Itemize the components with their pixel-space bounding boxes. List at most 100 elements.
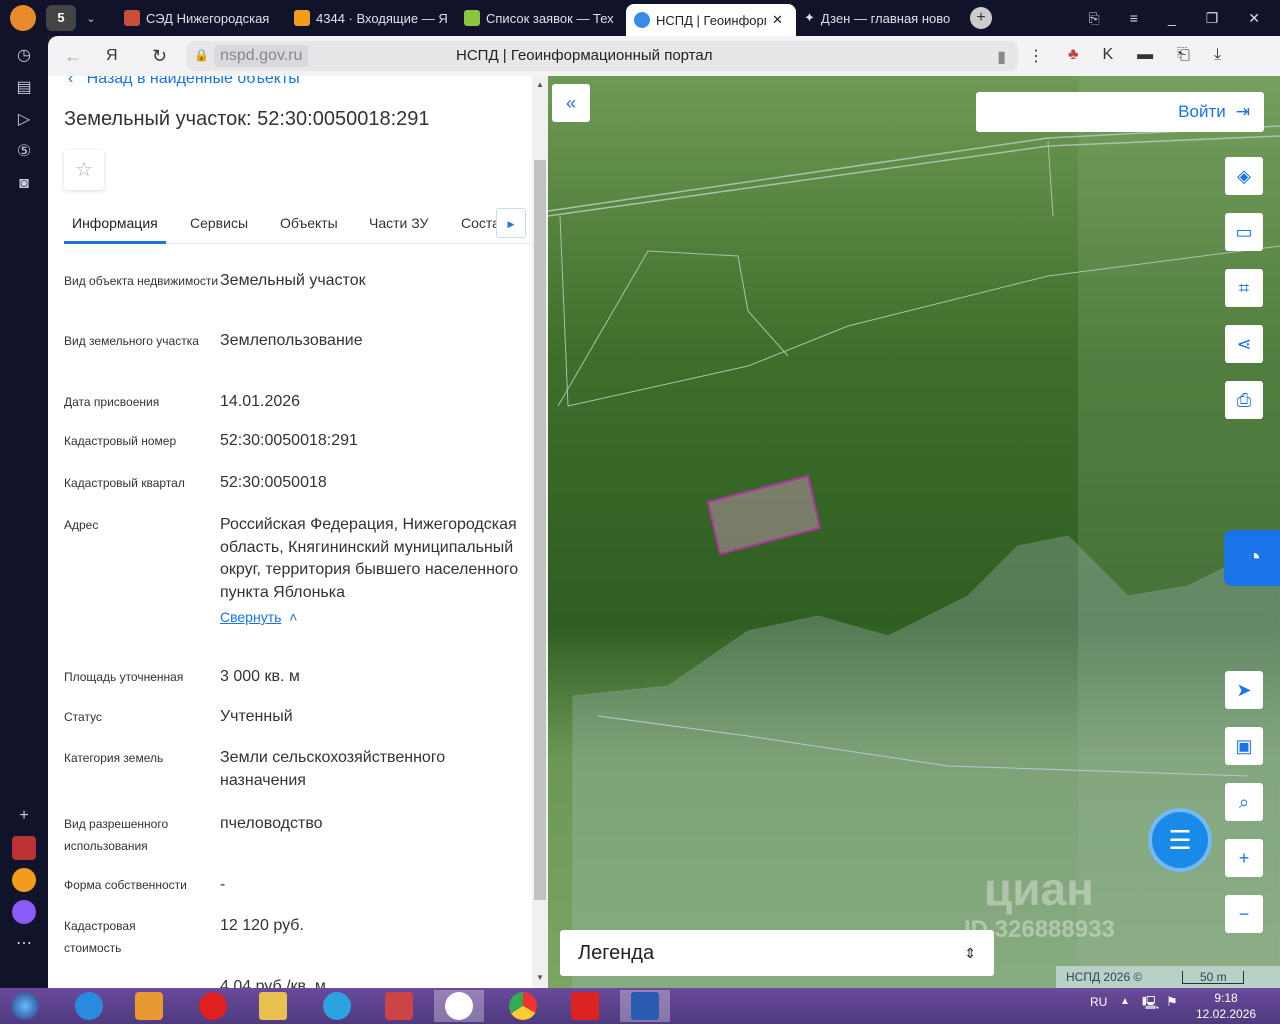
tabs-dropdown-icon[interactable]: ⌄ [76, 12, 106, 25]
start-button[interactable] [0, 990, 50, 1022]
location-search-icon: ⌕ [1238, 791, 1250, 812]
close-tab-icon[interactable]: ✕ [772, 12, 783, 28]
menu-icon[interactable]: ≡ [1130, 10, 1138, 27]
tab-label: СЭД Нижегородская [146, 10, 270, 26]
tab-requests[interactable]: Список заявок — Тех [456, 3, 626, 33]
taskbar-chrome[interactable] [498, 990, 548, 1022]
extension-k-icon[interactable]: K [1103, 46, 1114, 66]
tab-parts[interactable]: Части ЗУ [369, 215, 428, 231]
history-icon[interactable]: ◷ [12, 44, 36, 68]
flag-icon[interactable]: ⚑ [1166, 994, 1178, 1010]
favorite-button[interactable]: ☆ [64, 150, 104, 190]
tab-information[interactable]: Информация [72, 215, 158, 231]
tray-arrow-icon[interactable]: ▲ [1120, 996, 1130, 1007]
legend-dropdown[interactable]: Легенда ⇕ [560, 930, 994, 976]
add-panel-icon[interactable]: + [12, 804, 36, 828]
field-value: Землепользование [220, 332, 363, 349]
area-select-button[interactable]: ⌗ [1225, 269, 1263, 307]
taskbar-yandex[interactable] [434, 990, 484, 1022]
alice-icon[interactable] [12, 900, 36, 924]
minimap-button[interactable]: ▣ [1225, 727, 1263, 765]
tab-sed[interactable]: СЭД Нижегородская [116, 3, 286, 33]
search-location-button[interactable]: ⌕ [1225, 783, 1263, 821]
clock[interactable]: 9:18 12.02.2026 [1196, 990, 1256, 1022]
zoom-out-button[interactable]: − [1225, 895, 1263, 933]
address-bar-area: ← Я ↻ 🔒 nspd.gov.ru НСПД | Геоинформацио… [48, 36, 1280, 76]
download-icon[interactable]: ⤓ [1214, 46, 1221, 66]
back-to-results-link[interactable]: ‹ Назад в найденные объекты [68, 76, 300, 88]
tab-objects[interactable]: Объекты [280, 215, 338, 231]
layers-button[interactable]: ◈ [1225, 157, 1263, 195]
tab-mail[interactable]: 4344 · Входящие — Я [286, 3, 456, 33]
scroll-down-icon[interactable]: ▼ [532, 973, 548, 982]
print-button[interactable]: ⎙ [1225, 381, 1263, 419]
tab-services[interactable]: Сервисы [190, 215, 248, 231]
page-title-text: НСПД | Геоинформационный портал [456, 47, 713, 64]
geolocation-button[interactable]: ➤ [1225, 671, 1263, 709]
field-value: пчеловодство [220, 815, 323, 832]
minimap-icon: ▣ [1235, 735, 1253, 756]
collapse-panel-button[interactable]: « [552, 84, 590, 122]
bookmarks-icon[interactable]: ⎘ [1089, 10, 1100, 27]
close-window-icon[interactable]: ✕ [1248, 10, 1260, 27]
bookmark-icon[interactable]: ▮ [997, 47, 1006, 67]
url-bar[interactable]: 🔒 nspd.gov.ru НСПД | Геоинформационный п… [186, 41, 1018, 71]
map-view[interactable]: циан ID 326888933 « Войти ⇥ ◈ ▭ ⌗ ⋖ ⎙ ◔ ➤… [548, 76, 1280, 988]
reload-icon[interactable]: ↻ [152, 46, 167, 67]
extension-icon[interactable]: ♣ [1068, 46, 1079, 66]
tab-composition[interactable]: Соста [461, 215, 500, 231]
taskbar-scissors[interactable] [374, 990, 424, 1022]
zoom-in-button[interactable]: + [1225, 839, 1263, 877]
five-icon[interactable]: ⑤ [12, 140, 36, 164]
collapse-link[interactable]: Свернуть ˄ [220, 606, 524, 629]
field-land-type: Вид земельного участка Землепользование [64, 330, 534, 353]
tab-counter[interactable]: 5 [46, 5, 76, 31]
ruler-button[interactable]: ▭ [1225, 213, 1263, 251]
browser-logo[interactable] [10, 5, 36, 31]
field-label: Кадастровый квартал [64, 476, 185, 490]
field-value: Российская Федерация, Нижегородская обла… [220, 516, 519, 601]
taskbar-opera[interactable] [188, 990, 238, 1022]
back-icon[interactable]: ← [64, 46, 82, 67]
tab-label: НСПД | Геоинформ [656, 12, 766, 28]
chevron-up-icon: ˄ [289, 609, 298, 625]
chat-button[interactable]: ☰ [1148, 808, 1212, 872]
extension-icon[interactable]: ▬ [1137, 46, 1153, 66]
field-area: Площадь уточненная 3 000 кв. м [64, 666, 534, 689]
login-button[interactable]: Войти ⇥ [976, 92, 1264, 132]
browser-tab-bar: 5 ⌄ СЭД Нижегородская 4344 · Входящие — … [0, 0, 1280, 36]
taskbar-explorer[interactable] [248, 990, 298, 1022]
tab-dzen[interactable]: ✦ Дзен — главная ново [796, 3, 966, 33]
restore-icon[interactable]: ❐ [1206, 10, 1219, 27]
minimize-icon[interactable]: _ [1168, 10, 1176, 27]
app-icon[interactable] [12, 836, 36, 860]
plus-icon: + [1238, 847, 1250, 868]
yandex-icon[interactable]: Я [106, 47, 118, 65]
taskbar-ie[interactable] [64, 990, 114, 1022]
mail-icon[interactable] [12, 868, 36, 892]
share-button[interactable]: ⋖ [1225, 325, 1263, 363]
scroll-up-icon[interactable]: ▲ [532, 80, 548, 89]
screenshot-icon[interactable]: ◙ [12, 172, 36, 196]
taskbar-media[interactable] [124, 990, 174, 1022]
scrollbar-thumb[interactable] [534, 160, 546, 900]
feedback-button[interactable]: ◔ [1224, 530, 1280, 586]
taskbar-telegram[interactable] [312, 990, 362, 1022]
new-tab-button[interactable]: + [970, 7, 992, 29]
taskbar-pdf[interactable] [560, 990, 610, 1022]
field-label: Кадастровая стоимость [64, 919, 136, 955]
expand-icon: ⇕ [964, 944, 976, 961]
language-indicator[interactable]: RU [1090, 995, 1107, 1009]
collections-icon[interactable]: ▤ [12, 76, 36, 100]
extension-icon[interactable]: ⎗ [1177, 46, 1190, 66]
field-cadastral-quarter: Кадастровый квартал 52:30:0050018 [64, 472, 534, 495]
network-icon[interactable]: 🖳 [1142, 994, 1159, 1016]
tabs-scroll-right-button[interactable]: ▶ [496, 208, 526, 238]
more-icon[interactable]: ⋯ [12, 932, 36, 956]
tab-nspd[interactable]: НСПД | Геоинформ ✕ [626, 4, 796, 36]
minus-icon: − [1238, 903, 1250, 924]
video-icon[interactable]: ▷ [12, 108, 36, 132]
taskbar-word[interactable] [620, 990, 670, 1022]
more-vertical-icon[interactable]: ⋮ [1028, 46, 1044, 66]
tab-favicon [124, 10, 140, 26]
